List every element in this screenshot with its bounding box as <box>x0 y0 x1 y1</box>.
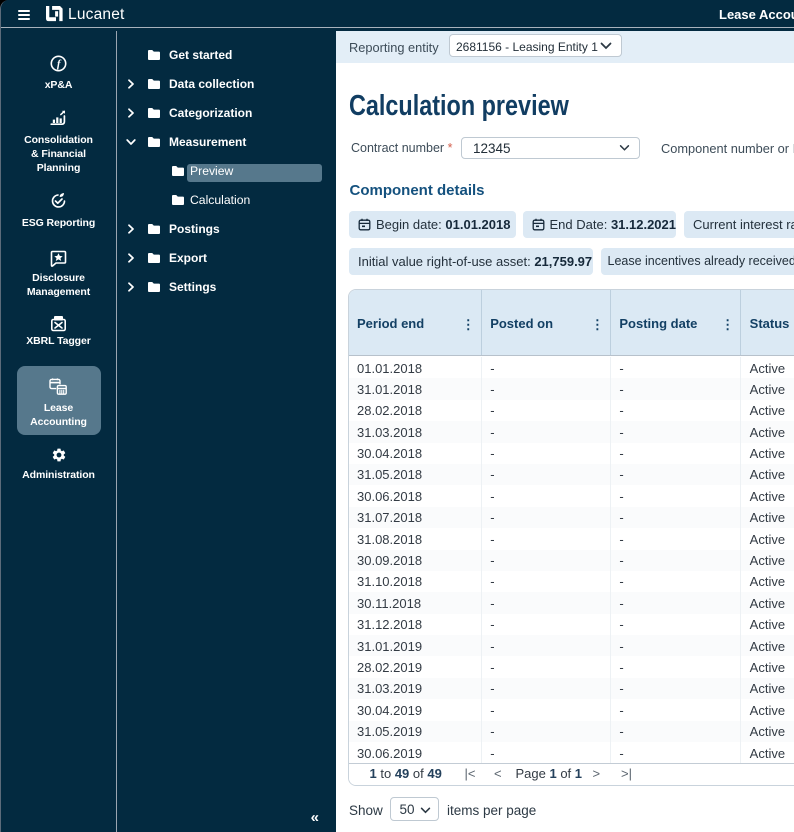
svg-text:f: f <box>57 59 62 71</box>
